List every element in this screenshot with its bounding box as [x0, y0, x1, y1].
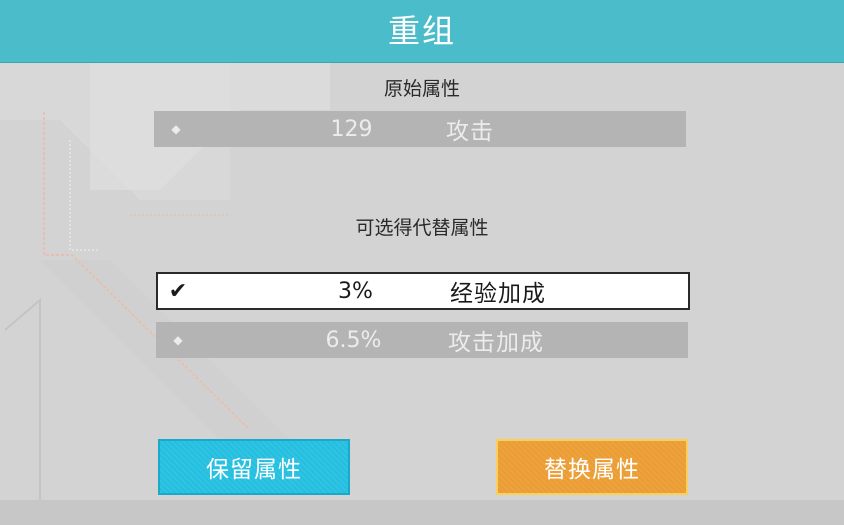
reroll-dialog: 重组 原始属性 ◆ 129 攻击 可选得代替属性 ✔ 3% 经验加成 ◆ 6.5…: [0, 0, 844, 525]
attribute-value: 129: [330, 116, 373, 142]
keep-attribute-button[interactable]: 保留属性: [158, 439, 350, 495]
alternative-option-exp-bonus[interactable]: ✔ 3% 经验加成: [156, 272, 690, 310]
diamond-icon: ◆: [171, 122, 181, 136]
attribute-name: 攻击: [446, 119, 494, 145]
option-value: 6.5%: [325, 327, 382, 353]
title-bar: 重组: [0, 0, 844, 63]
alternative-option-attack-bonus[interactable]: ◆ 6.5% 攻击加成: [156, 322, 688, 358]
replace-attribute-button[interactable]: 替换属性: [496, 439, 688, 495]
bottom-strip: [0, 500, 844, 525]
option-name: 攻击加成: [448, 330, 544, 356]
option-value: 3%: [338, 278, 373, 304]
dialog-title: 重组: [387, 12, 456, 50]
original-attribute-label: 原始属性: [383, 78, 460, 100]
diamond-icon: ◆: [173, 333, 183, 347]
option-name: 经验加成: [450, 281, 546, 307]
original-attribute-row: ◆ 129 攻击: [154, 111, 686, 147]
alternative-attributes-label: 可选得代替属性: [355, 217, 489, 239]
checkmark-icon: ✔: [168, 278, 188, 304]
